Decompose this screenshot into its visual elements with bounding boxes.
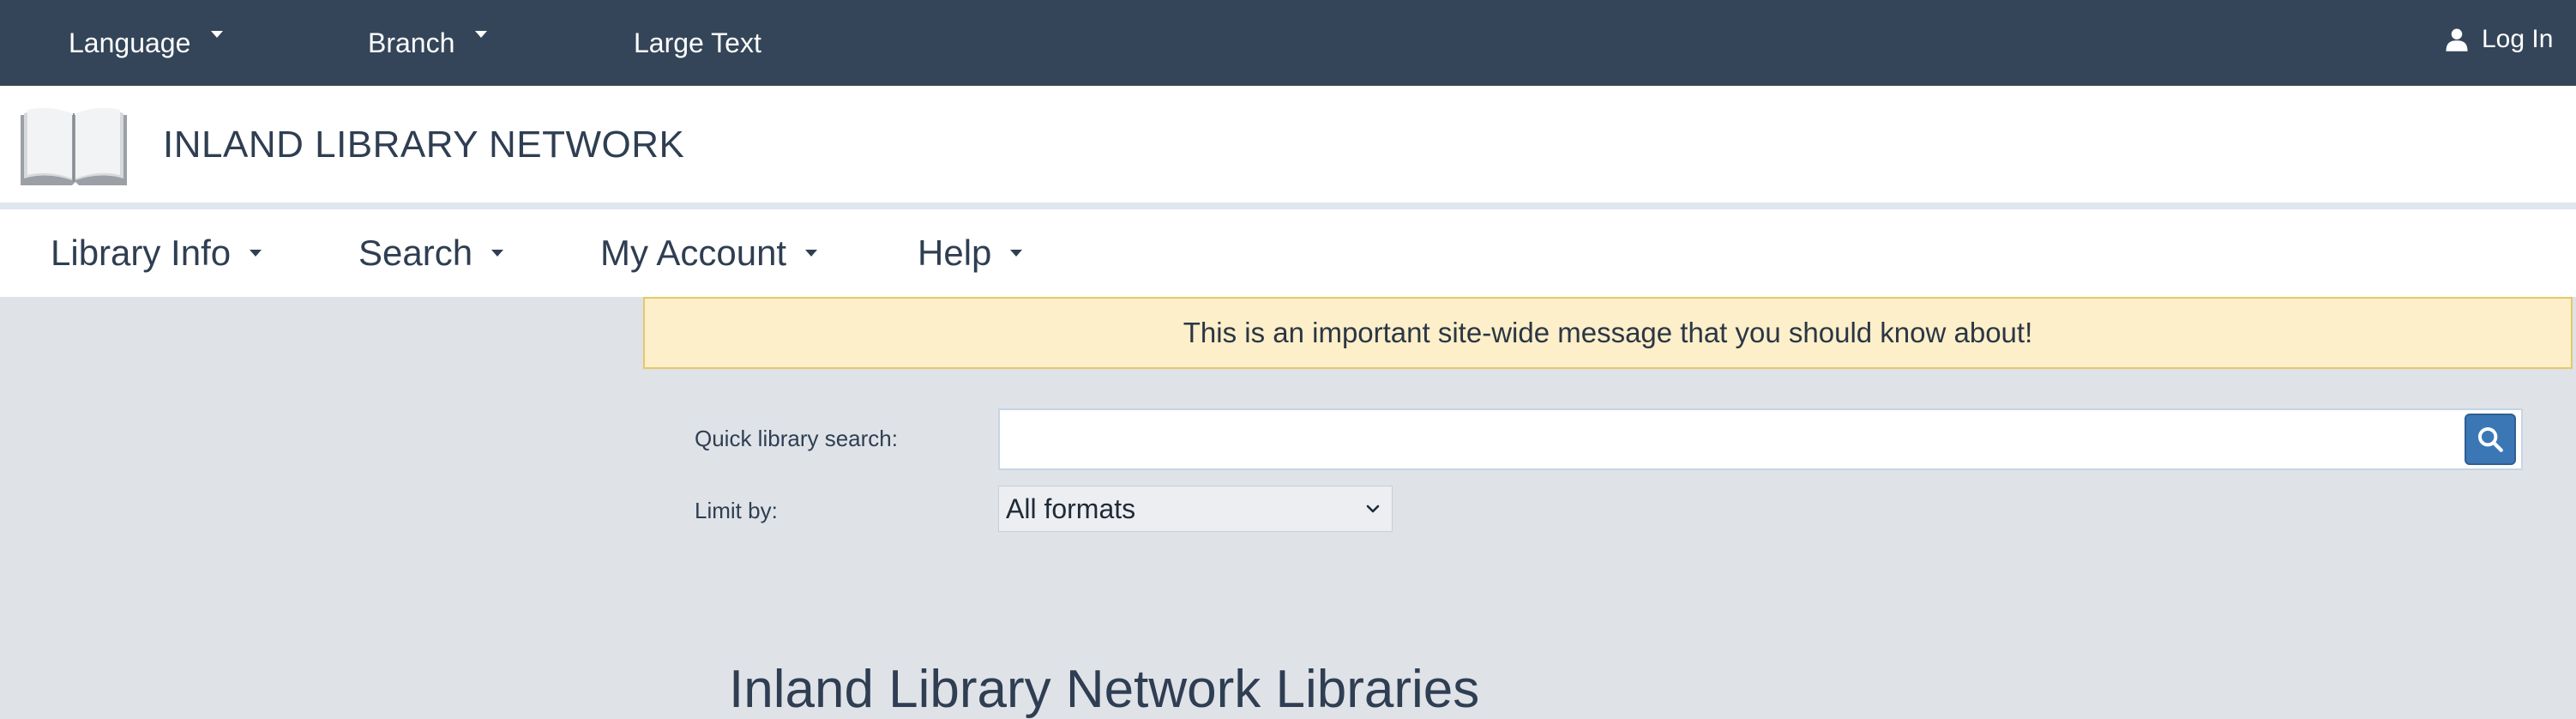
nav-my-account-label: My Account: [600, 233, 787, 273]
language-label: Language: [69, 27, 191, 58]
caret-down-icon: [1010, 250, 1023, 257]
nav-library-info[interactable]: Library Info: [51, 209, 262, 297]
nav-my-account[interactable]: My Account: [600, 209, 818, 297]
quick-search-label: Quick library search:: [695, 426, 898, 451]
chevron-down-icon: [1366, 505, 1380, 513]
nav-library-info-label: Library Info: [51, 233, 232, 273]
user-icon: [2446, 28, 2468, 51]
caret-down-icon: [250, 250, 262, 257]
caret-down-icon: [805, 250, 818, 257]
language-dropdown[interactable]: Language: [69, 0, 224, 86]
login-link[interactable]: Log In: [2444, 0, 2553, 82]
site-wide-alert: This is an important site-wide message t…: [643, 297, 2573, 369]
header-divider: [0, 202, 2576, 209]
format-select-value: All formats: [1006, 492, 1136, 524]
nav-search[interactable]: Search: [358, 209, 504, 297]
branch-dropdown[interactable]: Branch: [368, 0, 488, 86]
top-utility-bar: Language Branch Large Text Log In: [0, 0, 2576, 86]
page-heading: Inland Library Network Libraries: [729, 660, 1480, 719]
caret-down-icon: [491, 250, 504, 257]
limit-by-label: Limit by:: [695, 498, 778, 523]
format-select[interactable]: All formats: [998, 486, 1393, 532]
caret-down-icon: [475, 31, 488, 38]
main-navigation: Library Info Search My Account Help: [0, 209, 2576, 297]
branch-label: Branch: [368, 27, 455, 58]
large-text-toggle[interactable]: Large Text: [634, 0, 761, 86]
quick-search-input[interactable]: [998, 408, 2523, 470]
open-book-logo[interactable]: [19, 106, 129, 187]
alert-message: This is an important site-wide message t…: [1183, 317, 2033, 348]
login-label: Log In: [2482, 25, 2554, 53]
nav-help-label: Help: [918, 233, 992, 273]
caret-down-icon: [211, 31, 224, 38]
site-name[interactable]: INLAND LIBRARY NETWORK: [163, 124, 684, 166]
search-icon: [2477, 426, 2503, 452]
search-button[interactable]: [2465, 414, 2516, 465]
nav-help[interactable]: Help: [918, 209, 1023, 297]
brand-header: INLAND LIBRARY NETWORK: [0, 86, 2576, 202]
nav-search-label: Search: [358, 233, 473, 273]
large-text-label: Large Text: [634, 27, 761, 58]
